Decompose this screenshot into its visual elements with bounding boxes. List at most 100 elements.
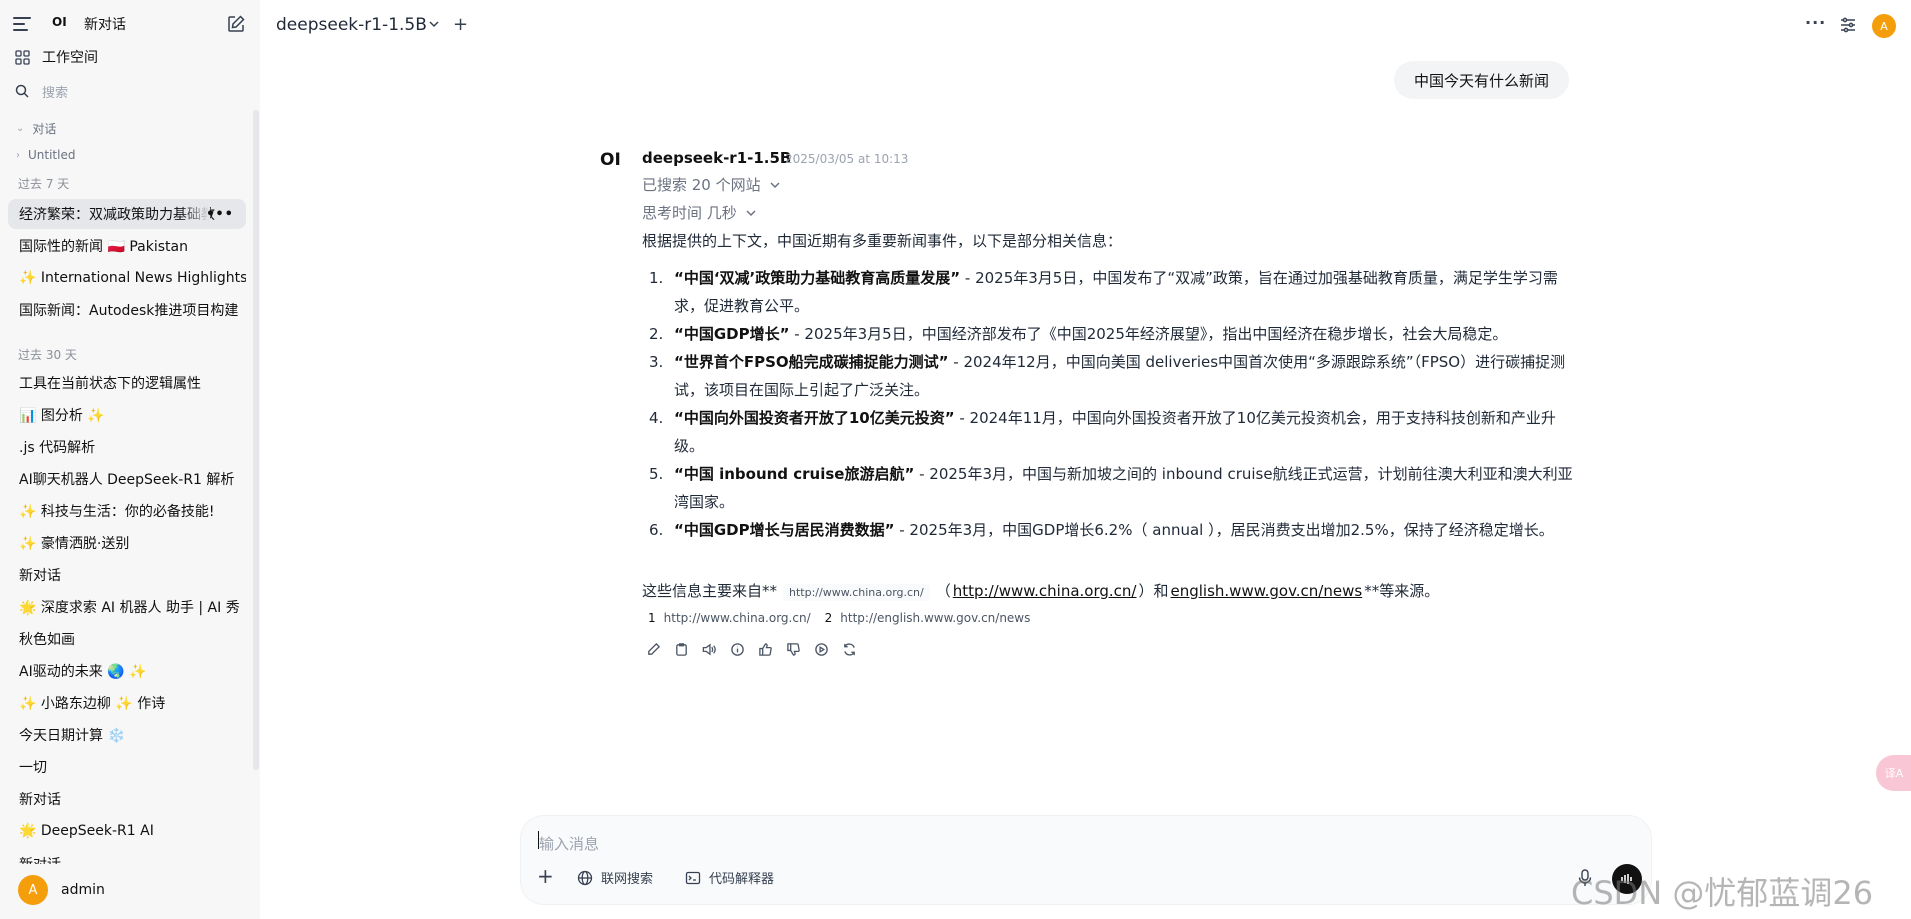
sources-open-paren: （ xyxy=(935,582,951,600)
bot-name: deepseek-r1-1.5B xyxy=(642,149,792,167)
user-menu[interactable]: A admin xyxy=(0,870,260,910)
menu-icon[interactable] xyxy=(13,17,31,31)
play-icon[interactable] xyxy=(812,640,830,658)
sidebar-search[interactable]: 搜索 xyxy=(0,78,260,104)
model-selector[interactable]: deepseek-r1-1.5B xyxy=(276,15,427,35)
globe-icon xyxy=(577,870,593,886)
list-item: 2. “中国GDP增长” - 2025年3月5日，中国经济部发布了《中国2025年… xyxy=(642,320,1582,348)
thinking-status[interactable]: 思考时间 几秒 xyxy=(642,202,757,223)
chat-item-label: .js 代码解析 xyxy=(19,440,96,456)
chat-item-label: 国际性的新闻 🇵🇱 Pakistan xyxy=(19,239,188,255)
chat-item[interactable]: .js 代码解析 xyxy=(8,432,246,462)
chat-item[interactable]: 秋色如画 xyxy=(8,624,246,654)
avatar[interactable]: A xyxy=(1872,14,1896,38)
search-input[interactable]: 搜索 xyxy=(42,82,68,101)
item-title: “中国GDP增长与居民消费数据” xyxy=(674,521,895,539)
chevron-down-icon: ⌄ xyxy=(16,123,25,134)
item-text: - 2025年3月，中国GDP增长6.2%（ annual ），居民消费支出增加… xyxy=(894,521,1554,539)
chat-item[interactable]: AI驱动的未来 🌏 ✨ xyxy=(8,656,246,686)
section-past-30-days: 过去 30 天 xyxy=(18,348,77,362)
chat-item[interactable]: 国际新闻：Autodesk推进项目构建 xyxy=(8,295,246,325)
sidebar-item-workspace[interactable]: 工作空间 xyxy=(0,44,260,70)
user-message: 中国今天有什么新闻 xyxy=(1394,61,1570,99)
model-logo: OI xyxy=(600,150,621,170)
chat-item-label: 工具在当前状态下的逻辑属性 xyxy=(19,376,201,392)
regenerate-icon[interactable] xyxy=(840,640,858,658)
citation-index: 2 xyxy=(824,611,833,625)
chat-item-label: 新对话 xyxy=(19,568,61,584)
list-number: 4. xyxy=(649,409,664,427)
chat-item[interactable]: ✨ International News Highlights xyxy=(8,263,246,293)
chat-item[interactable]: ✨ 小路东边柳 ✨ 作诗 xyxy=(8,688,246,718)
add-attachment-icon[interactable]: + xyxy=(537,864,554,888)
chat-item-label: 📊 图分析 ✨ xyxy=(19,408,105,424)
chat-item[interactable]: 新对话 xyxy=(8,560,246,590)
chat-item[interactable]: 🌟 深度求索 AI 机器人 助手 | AI 秀 xyxy=(8,592,246,622)
chat-item[interactable]: 工具在当前状态下的逻辑属性 xyxy=(8,368,246,398)
translate-button[interactable]: 译A xyxy=(1876,755,1911,791)
chat-item-label: AI聊天机器人 DeepSeek-R1 解析 xyxy=(19,472,235,488)
sidebar: OI 新对话 工作空间 搜索 ⌄ 对话 › Untitled 过去 7 天 经济… xyxy=(0,0,260,919)
chat-item[interactable]: 一切 xyxy=(8,752,246,782)
list-number: 2. xyxy=(649,325,664,343)
citation[interactable]: 2 http://english.www.gov.cn/news xyxy=(825,611,1031,625)
sidebar-scrollbar[interactable] xyxy=(253,110,259,770)
item-text: - 2025年3月5日，中国经济部发布了《中国2025年经济展望》，指出中国经济… xyxy=(789,325,1508,343)
web-search-status[interactable]: 已搜索 20 个网站 xyxy=(642,174,781,195)
answer-intro: 根据提供的上下文，中国近期有多重要新闻事件，以下是部分相关信息： xyxy=(642,232,1123,250)
chat-header: deepseek-r1-1.5B + ··· A xyxy=(260,0,1911,52)
list-number: 3. xyxy=(649,353,664,371)
source-link[interactable]: english.www.gov.cn/news xyxy=(1171,582,1363,600)
chat-item-label: ✨ International News Highlights xyxy=(19,270,246,286)
chat-item[interactable]: 国际性的新闻 🇵🇱 Pakistan xyxy=(8,231,246,261)
chat-item[interactable]: AI聊天机器人 DeepSeek-R1 解析 xyxy=(8,464,246,494)
edit-icon[interactable] xyxy=(644,640,662,658)
new-chat-label[interactable]: 新对话 xyxy=(84,14,126,34)
list-item: 4. “中国向外国投资者开放了10亿美元投资” - 2024年11月，中国向外国投… xyxy=(642,404,1582,460)
chat-item[interactable]: 新对话 xyxy=(8,784,246,814)
list-item: 6. “中国GDP增长与居民消费数据” - 2025年3月，中国GDP增长6.2%… xyxy=(642,516,1582,544)
web-search-label: 联网搜索 xyxy=(601,872,654,887)
info-icon[interactable] xyxy=(728,640,746,658)
item-title: “中国GDP增长” xyxy=(674,325,790,343)
chat-item[interactable]: ✨ 豪情洒脱·送别 xyxy=(8,528,246,558)
sidebar-header: OI 新对话 xyxy=(0,10,260,38)
list-item: 1. “中国‘双减’政策助力基础教育高质量发展” - 2025年3月5日，中国发布… xyxy=(642,264,1582,320)
chevron-down-icon[interactable] xyxy=(428,18,440,30)
list-item: 3. “世界首个FPSO船完成碳捕捉能力测试” - 2024年12月，中国向美国 … xyxy=(642,348,1582,404)
speaker-icon[interactable] xyxy=(700,640,718,658)
more-options-icon[interactable]: ··· xyxy=(1805,13,1826,32)
more-options-icon[interactable]: ••• xyxy=(206,207,234,222)
chat-item[interactable]: 今天日期计算 ❄️ xyxy=(8,720,246,750)
message-timestamp: 2025/03/05 at 10:13 xyxy=(785,152,909,166)
chat-item[interactable]: ✨ 科技与生活：你的必备技能! xyxy=(8,496,246,526)
message-input[interactable]: 输入消息 xyxy=(539,833,599,854)
list-item: 5. “中国 inbound cruise旅游启航” - 2025年3月，中国与新… xyxy=(642,460,1582,516)
thumbs-down-icon[interactable] xyxy=(784,640,802,658)
folder-untitled[interactable]: › Untitled xyxy=(16,148,75,162)
chat-item-label: 新对话 xyxy=(19,854,61,864)
add-model-icon[interactable]: + xyxy=(453,14,468,35)
web-search-toggle[interactable]: 联网搜索 xyxy=(577,868,653,887)
chat-item-label: 国际新闻：Autodesk推进项目构建 xyxy=(19,303,239,319)
code-interpreter-toggle[interactable]: 代码解释器 xyxy=(685,868,774,887)
controls-icon[interactable] xyxy=(1839,16,1857,34)
new-chat-edit-icon[interactable] xyxy=(226,14,246,34)
chat-item[interactable]: 新对话 xyxy=(8,848,246,864)
citation[interactable]: 1 http://www.china.org.cn/ xyxy=(648,611,811,625)
app-logo: OI xyxy=(52,15,67,29)
message-actions xyxy=(644,640,858,658)
chat-item-label: AI驱动的未来 🌏 ✨ xyxy=(19,664,147,680)
source-link[interactable]: http://www.china.org.cn/ xyxy=(953,582,1137,600)
chat-item[interactable]: 🌟 DeepSeek-R1 AI xyxy=(8,816,246,846)
sources-prefix: 这些信息主要来自** xyxy=(642,582,778,600)
thumbs-up-icon[interactable] xyxy=(756,640,774,658)
chat-item[interactable]: 经济繁荣：双减政策助力基础教 ••• xyxy=(8,199,246,229)
chat-item[interactable]: 📊 图分析 ✨ xyxy=(8,400,246,430)
message-composer[interactable]: 输入消息 + 联网搜索 代码解释器 xyxy=(520,815,1652,905)
user-name: admin xyxy=(61,882,105,898)
chats-group-toggle[interactable]: ⌄ 对话 xyxy=(16,120,56,137)
copy-icon[interactable] xyxy=(672,640,690,658)
source-chip[interactable]: http://www.china.org.cn/ xyxy=(783,584,930,601)
web-search-status-label: 已搜索 20 个网站 xyxy=(642,176,761,194)
